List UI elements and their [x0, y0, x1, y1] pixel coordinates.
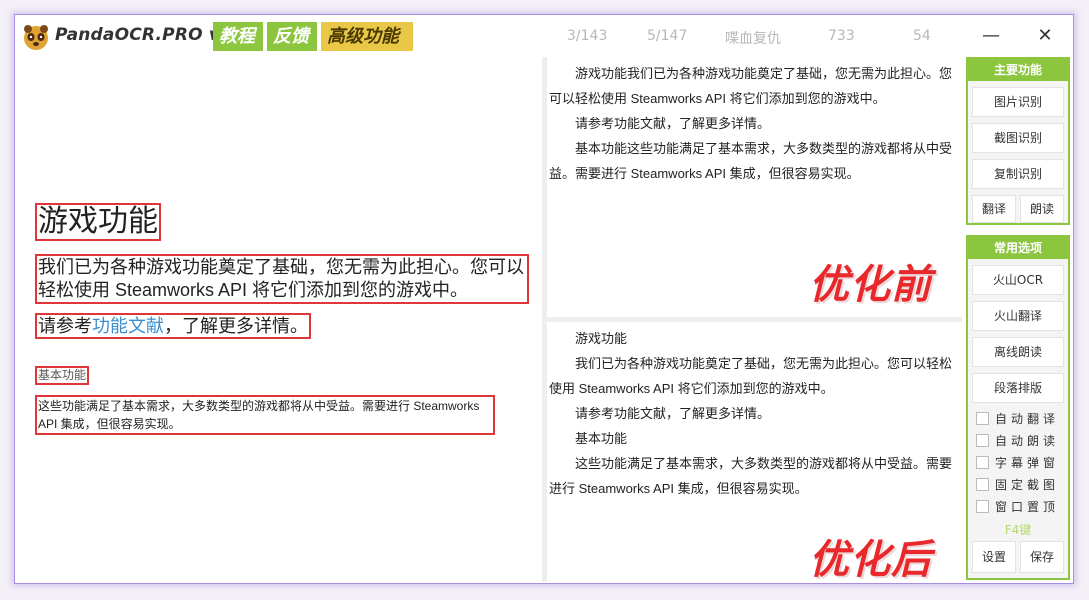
- checkbox-label: 自动翻译: [995, 412, 1060, 426]
- ocr-after-line: 基本功能: [575, 431, 628, 446]
- title-bar: PandaOCR.PRO v5.46 教程 反馈 高级功能 3/143 5/14…: [15, 15, 1073, 57]
- f4-hotkey-label: F4键: [1004, 523, 1032, 537]
- always-on-top-checkbox[interactable]: 窗口置顶: [976, 497, 1059, 517]
- offline-read-button[interactable]: 离线朗读: [972, 337, 1064, 367]
- preview-para2-prefix: 请参考: [38, 316, 92, 336]
- checkbox-label: 窗口置顶: [995, 500, 1060, 514]
- translate-button[interactable]: 翻译: [972, 195, 1016, 223]
- ocr-before-line: 请参考功能文献，了解更多详情。: [575, 116, 771, 131]
- stat-title: 喋血复仇: [725, 31, 781, 47]
- main-functions-title: 主要功能: [968, 59, 1068, 81]
- control-panel: 主要功能 图片识别 截图识别 复制识别 翻译 朗读 常用选项 火山OCR 火山翻…: [964, 57, 1072, 582]
- checkbox-icon[interactable]: [976, 478, 989, 491]
- checkbox-icon[interactable]: [976, 412, 989, 425]
- before-label: 优化前: [809, 262, 932, 308]
- common-options-group: 常用选项 火山OCR 火山翻译 离线朗读 段落排版 自动翻译 自动朗读 字幕弹窗…: [966, 235, 1070, 580]
- ocr-after-text[interactable]: 游戏功能 我们已为各种游戏功能奠定了基础，您无需为此担心。您可以轻松使用 Ste…: [549, 326, 959, 501]
- stat-counter-4: 54: [913, 28, 931, 44]
- checkbox-icon[interactable]: [976, 434, 989, 447]
- advanced-features-tab[interactable]: 高级功能: [321, 22, 413, 51]
- ocr-after-line: 请参考功能文献，了解更多详情。: [575, 406, 771, 421]
- ocr-after-line: 这些功能满足了基本需求，大多数类型的游戏都将从中受益。需要进行 Steamwor…: [549, 456, 953, 496]
- app-window: PandaOCR.PRO v5.46 教程 反馈 高级功能 3/143 5/14…: [14, 14, 1074, 584]
- minimize-button[interactable]: —: [973, 21, 1009, 51]
- read-aloud-button[interactable]: 朗读: [1020, 195, 1064, 223]
- volcano-ocr-button[interactable]: 火山OCR: [972, 265, 1064, 295]
- ocr-before-line: 游戏功能我们已为各种游戏功能奠定了基础，您无需为此担心。您可以轻松使用 Stea…: [549, 66, 953, 106]
- ocr-result-after[interactable]: 游戏功能 我们已为各种游戏功能奠定了基础，您无需为此担心。您可以轻松使用 Ste…: [547, 322, 962, 583]
- save-button[interactable]: 保存: [1020, 541, 1064, 573]
- image-recognize-button[interactable]: 图片识别: [972, 87, 1064, 117]
- preview-subheading: 基本功能: [35, 366, 90, 385]
- auto-translate-checkbox[interactable]: 自动翻译: [976, 409, 1059, 429]
- ocr-after-line: 我们已为各种游戏功能奠定了基础，您无需为此担心。您可以轻松使用 Steamwor…: [549, 356, 953, 396]
- checkbox-icon[interactable]: [976, 500, 989, 513]
- ocr-after-line: 游戏功能: [575, 331, 628, 346]
- feedback-tab[interactable]: 反馈: [267, 22, 317, 51]
- common-options-title: 常用选项: [968, 237, 1068, 259]
- preview-paragraph-1: 我们已为各种游戏功能奠定了基础，您无需为此担心。您可以轻松使用 Steamwor…: [35, 254, 529, 304]
- preview-docs-link: 功能文献: [92, 316, 164, 336]
- volcano-translate-button[interactable]: 火山翻译: [972, 301, 1064, 331]
- preview-paragraph-3: 这些功能满足了基本需求，大多数类型的游戏都将从中受益。需要进行 Steamwor…: [35, 395, 495, 435]
- ocr-before-text[interactable]: 游戏功能我们已为各种游戏功能奠定了基础，您无需为此担心。您可以轻松使用 Stea…: [549, 61, 959, 186]
- checkbox-label: 字幕弹窗: [995, 456, 1060, 470]
- preview-paragraph-2: 请参考功能文献，了解更多详情。: [35, 313, 311, 339]
- checkbox-label: 固定截图: [995, 478, 1060, 492]
- auto-read-checkbox[interactable]: 自动朗读: [976, 431, 1059, 451]
- paragraph-layout-button[interactable]: 段落排版: [972, 373, 1064, 403]
- stat-counter-1: 3/143: [567, 28, 608, 44]
- stat-counter-2: 5/147: [647, 28, 688, 44]
- checkbox-icon[interactable]: [976, 456, 989, 469]
- screenshot-recognize-button[interactable]: 截图识别: [972, 123, 1064, 153]
- subtitle-popup-checkbox[interactable]: 字幕弹窗: [976, 453, 1059, 473]
- panda-logo-icon: [24, 25, 48, 50]
- preview-para2-suffix: ，了解更多详情。: [164, 316, 308, 336]
- preview-heading: 游戏功能: [35, 203, 161, 241]
- ocr-before-line: 基本功能这些功能满足了基本需求，大多数类型的游戏都将从中受益。需要进行 Stea…: [549, 141, 953, 181]
- pin-screenshot-checkbox[interactable]: 固定截图: [976, 475, 1059, 495]
- ocr-result-before[interactable]: 游戏功能我们已为各种游戏功能奠定了基础，您无需为此担心。您可以轻松使用 Stea…: [547, 57, 962, 317]
- stat-counter-3: 733: [828, 28, 855, 44]
- clipboard-recognize-button[interactable]: 复制识别: [972, 159, 1064, 189]
- tutorial-tab[interactable]: 教程: [213, 22, 263, 51]
- close-button[interactable]: ✕: [1027, 21, 1063, 51]
- settings-button[interactable]: 设置: [972, 541, 1016, 573]
- main-functions-group: 主要功能 图片识别 截图识别 复制识别 翻译 朗读: [966, 57, 1070, 225]
- checkbox-label: 自动朗读: [995, 434, 1060, 448]
- after-label: 优化后: [809, 537, 932, 583]
- source-image-preview: 游戏功能 我们已为各种游戏功能奠定了基础，您无需为此担心。您可以轻松使用 Ste…: [17, 57, 541, 582]
